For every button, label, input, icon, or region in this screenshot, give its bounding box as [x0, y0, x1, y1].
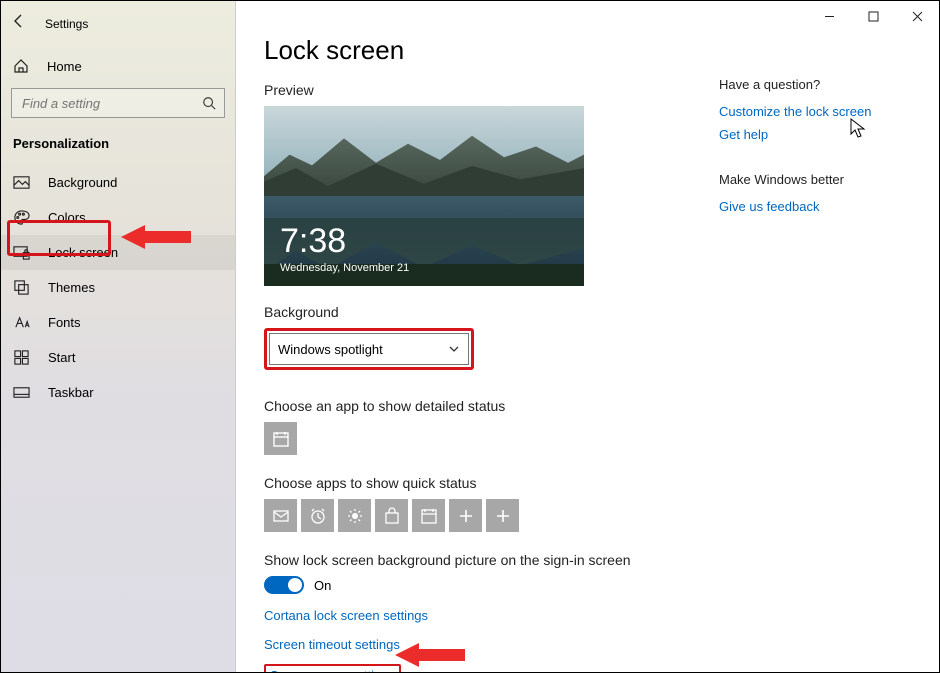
nav-label: Taskbar — [48, 385, 94, 400]
nav-label: Fonts — [48, 315, 81, 330]
background-dropdown[interactable]: Windows spotlight — [269, 333, 469, 365]
plus-icon — [494, 507, 512, 525]
picture-icon — [13, 174, 30, 191]
themes-icon — [13, 279, 30, 296]
nav-label: Lock screen — [48, 245, 118, 260]
nav-label: Start — [48, 350, 75, 365]
lock-screen-preview: 7:38 Wednesday, November 21 — [264, 106, 584, 286]
main-content: Lock screen Preview 7:38 Wednesday, Nove… — [236, 1, 939, 672]
toggle-state-label: On — [314, 578, 331, 593]
annotation-highlight-link: Screen saver settings — [264, 664, 401, 672]
link-customize-lock-screen[interactable]: Customize the lock screen — [719, 104, 879, 119]
taskbar-icon — [13, 384, 30, 401]
annotation-highlight-dropdown: Windows spotlight — [264, 328, 474, 370]
signin-bg-toggle[interactable] — [264, 576, 304, 594]
quick-status-label: Choose apps to show quick status — [264, 475, 911, 491]
quick-app-mail[interactable] — [264, 499, 297, 532]
fonts-icon — [13, 314, 30, 331]
calendar-icon — [272, 430, 290, 448]
nav-home[interactable]: Home — [1, 50, 235, 82]
lock-screen-icon — [13, 244, 30, 261]
nav-fonts[interactable]: Fonts — [1, 305, 235, 340]
nav-label: Colors — [48, 210, 86, 225]
quick-app-store[interactable] — [375, 499, 408, 532]
quick-app-calendar[interactable] — [412, 499, 445, 532]
home-icon — [13, 58, 29, 74]
link-screen-timeout[interactable]: Screen timeout settings — [264, 637, 911, 652]
back-icon[interactable] — [11, 13, 27, 34]
nav-lock-screen[interactable]: Lock screen — [1, 235, 235, 270]
background-label: Background — [264, 304, 911, 320]
nav-start[interactable]: Start — [1, 340, 235, 375]
quick-app-add-1[interactable] — [449, 499, 482, 532]
start-icon — [13, 349, 30, 366]
nav-colors[interactable]: Colors — [1, 200, 235, 235]
palette-icon — [13, 209, 30, 226]
category-title: Personalization — [1, 128, 235, 165]
help-pane: Have a question? Customize the lock scre… — [719, 77, 879, 222]
link-give-feedback[interactable]: Give us feedback — [719, 199, 879, 214]
mouse-cursor-icon — [850, 118, 866, 140]
mail-icon — [272, 507, 290, 525]
search-input[interactable] — [20, 95, 202, 112]
help-question: Have a question? — [719, 77, 879, 92]
chevron-down-icon — [448, 343, 460, 355]
page-title: Lock screen — [264, 35, 911, 66]
detailed-status-label: Choose an app to show detailed status — [264, 398, 911, 414]
signin-bg-label: Show lock screen background picture on t… — [264, 552, 911, 568]
nav-themes[interactable]: Themes — [1, 270, 235, 305]
store-icon — [383, 507, 401, 525]
nav-taskbar[interactable]: Taskbar — [1, 375, 235, 410]
calendar-icon — [420, 507, 438, 525]
window-title: Settings — [45, 17, 88, 31]
background-dropdown-value: Windows spotlight — [278, 342, 383, 357]
feedback-heading: Make Windows better — [719, 172, 879, 187]
nav-home-label: Home — [47, 59, 82, 74]
search-box[interactable] — [11, 88, 225, 118]
clock-icon — [309, 507, 327, 525]
preview-clock: 7:38 — [280, 224, 346, 258]
weather-icon — [346, 507, 364, 525]
quick-app-alarm[interactable] — [301, 499, 334, 532]
link-cortana-settings[interactable]: Cortana lock screen settings — [264, 608, 911, 623]
nav-label: Background — [48, 175, 117, 190]
preview-date: Wednesday, November 21 — [280, 262, 409, 274]
sidebar: Settings Home Personalization Background… — [1, 1, 236, 672]
search-icon — [202, 96, 216, 110]
nav-label: Themes — [48, 280, 95, 295]
quick-app-add-2[interactable] — [486, 499, 519, 532]
plus-icon — [457, 507, 475, 525]
quick-app-weather[interactable] — [338, 499, 371, 532]
link-screen-saver[interactable]: Screen saver settings — [270, 668, 395, 672]
nav-background[interactable]: Background — [1, 165, 235, 200]
detailed-status-app-calendar[interactable] — [264, 422, 297, 455]
